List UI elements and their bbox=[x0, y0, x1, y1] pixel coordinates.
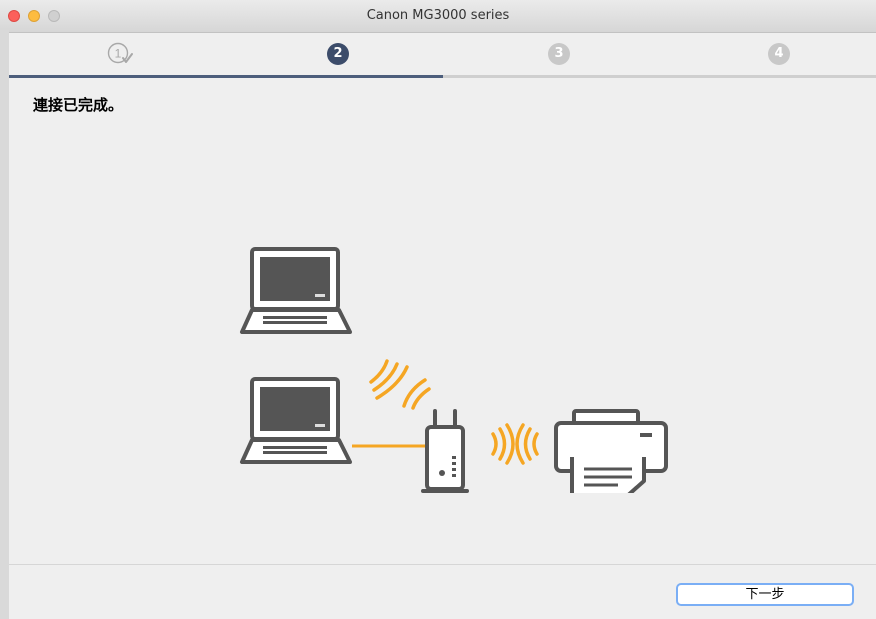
step-1-label: 1 bbox=[115, 47, 122, 61]
installer-content: 1 2 3 4 連接已完成。 下一步 bbox=[9, 33, 876, 619]
step-indicator: 1 2 3 4 bbox=[9, 33, 876, 78]
printer-icon bbox=[554, 409, 668, 493]
connection-complete-message: 連接已完成。 bbox=[33, 96, 124, 114]
wireless-signal-icon bbox=[369, 359, 431, 410]
laptop-icon bbox=[240, 377, 352, 464]
step-3-pending: 3 bbox=[548, 43, 570, 65]
next-button[interactable]: 下一步 bbox=[676, 583, 854, 606]
title-bar: Canon MG3000 series bbox=[0, 0, 876, 33]
network-illustration bbox=[240, 247, 668, 493]
footer-divider bbox=[9, 564, 876, 565]
step-4-pending: 4 bbox=[768, 43, 790, 65]
window-title: Canon MG3000 series bbox=[366, 8, 510, 23]
step-1-completed: 1 bbox=[107, 42, 133, 66]
step-1-check-icon: 1 bbox=[107, 42, 133, 64]
step-2-current: 2 bbox=[327, 43, 349, 65]
window-edge bbox=[0, 30, 9, 619]
router-icon bbox=[421, 409, 469, 493]
laptop-icon bbox=[240, 247, 352, 334]
progress-fill bbox=[9, 75, 443, 78]
wireless-signal-icon bbox=[491, 423, 539, 465]
